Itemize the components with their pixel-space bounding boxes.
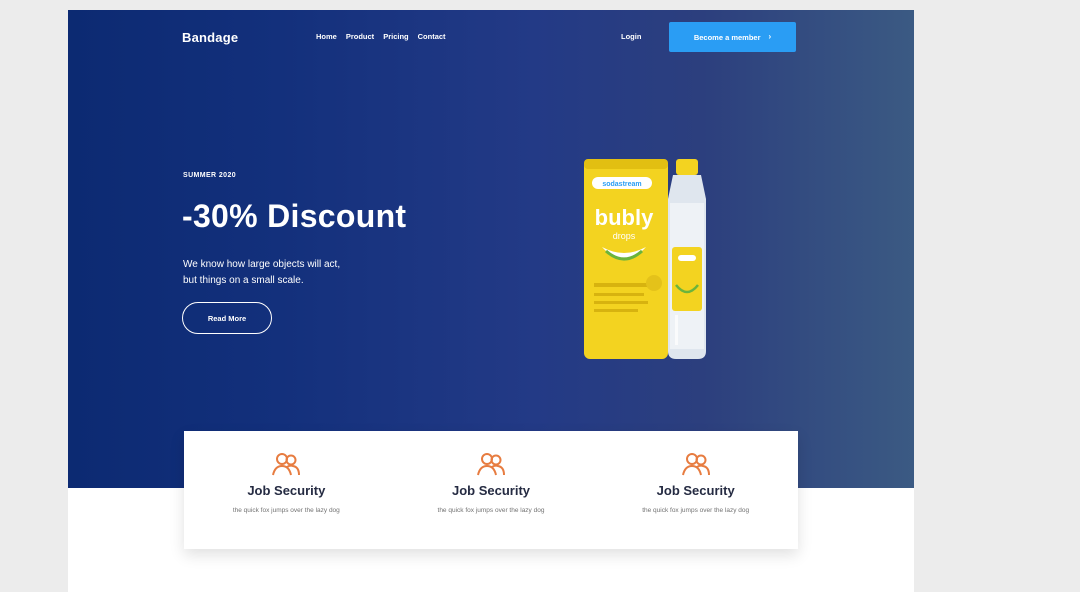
bag-name-text: bubly — [595, 205, 654, 230]
product-image: sodastream bubly drops — [584, 159, 706, 359]
users-icon — [477, 453, 505, 476]
nav-link-product[interactable]: Product — [346, 32, 374, 41]
feature-item: Job Security the quick fox jumps over th… — [389, 431, 594, 549]
hero-headline: -30% Discount — [182, 198, 407, 234]
users-icon — [272, 453, 301, 476]
become-member-button[interactable]: Become a member › — [669, 22, 796, 52]
features-card: Job Security the quick fox jumps over th… — [184, 431, 798, 549]
feature-item: Job Security the quick fox jumps over th… — [184, 431, 389, 549]
nav-link-pricing[interactable]: Pricing — [383, 32, 408, 41]
feature-title: Job Security — [451, 483, 531, 498]
feature-title: Job Security — [656, 483, 735, 498]
become-member-label: Become a member — [693, 32, 761, 42]
feature-text: the quick fox jumps over the lazy dog — [232, 507, 340, 514]
nav-link-contact[interactable]: Contact — [418, 32, 446, 41]
feature-text: the quick fox jumps over the lazy dog — [642, 507, 750, 514]
arrow-right-icon: › — [768, 32, 772, 41]
feature-item: Job Security the quick fox jumps over th… — [593, 431, 798, 549]
login-link[interactable]: Login — [621, 32, 641, 41]
landing-page: Bandage Home Product Pricing Contact Log… — [68, 10, 914, 592]
hero-description-line: We know how large objects will act, — [183, 259, 341, 270]
bag-brand-text: sodastream — [602, 181, 641, 188]
users-icon — [681, 453, 710, 476]
season-label: SUMMER 2020 — [183, 172, 237, 179]
feature-text: the quick fox jumps over the lazy dog — [437, 507, 545, 514]
browser-background — [914, 0, 1080, 592]
bag-sub-text: drops — [613, 231, 636, 241]
hero-section: Bandage Home Product Pricing Contact Log… — [68, 10, 914, 488]
hero-description-line: but things on a small scale. — [183, 275, 304, 286]
main-nav: Home Product Pricing Contact — [316, 32, 446, 41]
nav-link-home[interactable]: Home — [316, 32, 337, 41]
brand-logo[interactable]: Bandage — [182, 30, 238, 45]
read-more-button[interactable]: Read More — [182, 302, 272, 334]
hero-description: We know how large objects will act, but … — [183, 257, 423, 289]
feature-title: Job Security — [247, 483, 326, 498]
